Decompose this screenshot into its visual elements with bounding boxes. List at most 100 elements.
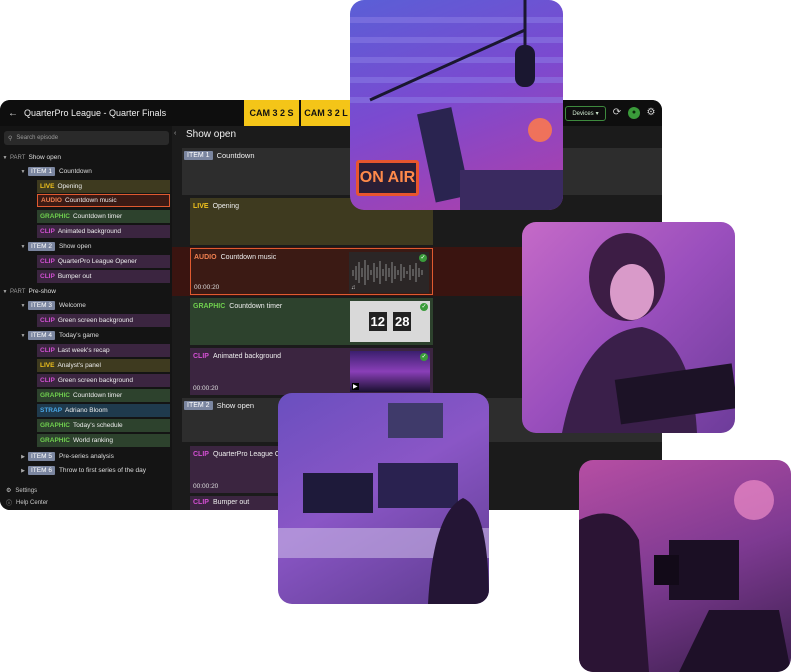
volume-icon: ♫: [351, 285, 356, 291]
chevron-down-icon: ▾: [595, 111, 599, 117]
cue-name: QuarterPro League Opener: [57, 258, 137, 265]
sidebar-cue-analysts-panel[interactable]: LIVE Analyst's panel: [37, 359, 170, 372]
item-header: ITEM 2 Show open: [184, 401, 254, 410]
cue-name: Bumper out: [212, 499, 250, 506]
cue-name: Countdown music: [64, 197, 117, 204]
gear-icon[interactable]: ⚙: [645, 107, 657, 119]
sidebar-part-pre-show[interactable]: ▼ PART Pre-show: [0, 285, 172, 298]
sidebar-item-welcome[interactable]: ▼ ITEM 3 Welcome: [0, 299, 172, 312]
cue-type: CLIP: [193, 353, 209, 360]
item-name: Countdown: [58, 168, 92, 175]
sidebar-cue-countdown-music[interactable]: AUDIO Countdown music: [37, 194, 170, 207]
help-label: Help Center: [16, 499, 49, 506]
expand-caret-icon[interactable]: ▶: [18, 468, 28, 474]
cue-card-countdown-timer[interactable]: GRAPHIC Countdown timer 12 28 ✓: [190, 298, 433, 345]
cue-type: GRAPHIC: [40, 422, 70, 429]
item-name: Countdown: [216, 151, 255, 160]
sidebar-cue-countdown-timer-2[interactable]: GRAPHIC Countdown timer: [37, 389, 170, 402]
help-center-link[interactable]: ⓘ Help Center: [6, 498, 49, 508]
sidebar-part-show-open[interactable]: ▼ PART Show open: [0, 151, 172, 164]
cue-type: LIVE: [193, 203, 209, 210]
sidebar-cue-countdown-timer[interactable]: GRAPHIC Countdown timer: [37, 210, 170, 223]
item-tag: ITEM 5: [28, 452, 55, 461]
cue-name: Adriano Bloom: [65, 407, 108, 414]
sidebar-cue-league-opener[interactable]: CLIP QuarterPro League Opener: [37, 255, 170, 268]
rundown-sidebar: ⚲ Search episode ▼ PART Show open ▼ ITEM…: [0, 126, 172, 510]
episode-title: QuarterPro League - Quarter Finals: [24, 108, 167, 118]
cue-duration: 00:00:20: [194, 284, 220, 291]
cue-type: STRAP: [40, 407, 63, 414]
sidebar-item-pre-series[interactable]: ▶ ITEM 5 Pre-series analysis: [0, 450, 172, 463]
sidebar-item-todays-game[interactable]: ▼ ITEM 4 Today's game: [0, 329, 172, 342]
cue-card-animated-background[interactable]: CLIP Animated background 00:00:20 ✓ ▶: [190, 348, 433, 395]
camera-button-2[interactable]: CAM 3 2 L: [301, 100, 351, 126]
cue-name: Green screen background: [57, 317, 133, 324]
sidebar-cue-opening[interactable]: LIVE Opening: [37, 180, 170, 193]
item-tag: ITEM 3: [28, 301, 55, 310]
item-name: Throw to first series of the day: [58, 467, 147, 474]
sync-icon[interactable]: ⟳: [611, 107, 623, 119]
search-placeholder: Search episode: [16, 135, 59, 141]
search-icon: ⚲: [8, 135, 13, 142]
sidebar-cue-animated-background[interactable]: CLIP Animated background: [37, 225, 170, 238]
sidebar-cue-bumper-out[interactable]: CLIP Bumper out: [37, 270, 170, 283]
connection-status-icon[interactable]: ●: [628, 107, 640, 119]
camera-button-1[interactable]: CAM 3 2 S: [244, 100, 299, 126]
check-icon: ✓: [419, 254, 427, 262]
on-air-sign: ON AIR: [356, 160, 419, 196]
item-name: Pre-series analysis: [58, 453, 114, 460]
sidebar-cue-schedule[interactable]: GRAPHIC Today's schedule: [37, 419, 170, 432]
sidebar-item-throw[interactable]: ▶ ITEM 6 Throw to first series of the da…: [0, 464, 172, 477]
photo-on-air-studio: ON AIR: [350, 0, 563, 210]
sidebar-item-show-open[interactable]: ▼ ITEM 2 Show open: [0, 240, 172, 253]
check-icon: ✓: [420, 353, 428, 361]
expand-caret-icon[interactable]: ▼: [18, 169, 28, 175]
item-name: Welcome: [58, 302, 86, 309]
sidebar-cue-green-screen-2[interactable]: CLIP Green screen background: [37, 374, 170, 387]
item-header: ITEM 1 Countdown: [184, 151, 255, 160]
cue-name: QuarterPro League O: [212, 451, 281, 458]
sidebar-cue-strap[interactable]: STRAP Adriano Bloom: [37, 404, 170, 417]
cue-type: GRAPHIC: [40, 392, 70, 399]
item-tag: ITEM 1: [28, 167, 55, 176]
cue-name: Countdown music: [220, 254, 277, 261]
settings-link[interactable]: ⚙ Settings: [6, 487, 38, 495]
help-icon: ⓘ: [6, 501, 13, 507]
cue-name: Animated background: [212, 353, 282, 360]
sidebar-cue-world-ranking[interactable]: GRAPHIC World ranking: [37, 434, 170, 447]
item-tag: ITEM 6: [28, 466, 55, 475]
part-name: Show open: [28, 154, 61, 161]
sidebar-cue-green-screen[interactable]: CLIP Green screen background: [37, 314, 170, 327]
photo-woman-at-mixer: [522, 222, 735, 433]
item-tag: ITEM 2: [184, 401, 213, 410]
sidebar-item-countdown[interactable]: ▼ ITEM 1 Countdown: [0, 165, 172, 178]
expand-caret-icon[interactable]: ▼: [18, 333, 28, 339]
waveform-thumbnail: ✓ ♫: [349, 252, 429, 293]
search-input[interactable]: ⚲ Search episode: [4, 131, 169, 145]
part-name: Pre-show: [28, 288, 56, 295]
cue-type: CLIP: [40, 258, 55, 265]
photo-camera-operator: [579, 460, 791, 672]
expand-caret-icon[interactable]: ▼: [0, 289, 10, 295]
cue-name: Opening: [57, 183, 83, 190]
cue-name: Countdown timer: [229, 303, 283, 310]
countdown-digits-right: 28: [393, 312, 412, 331]
devices-dropdown[interactable]: Devices ▾: [565, 106, 606, 121]
cue-name: Countdown timer: [72, 213, 123, 220]
cue-type: AUDIO: [41, 197, 62, 204]
clip-thumbnail: ✓ ▶: [350, 351, 430, 392]
cue-name: Animated background: [57, 228, 122, 235]
countdown-digits-left: 12: [368, 312, 387, 331]
collapse-sidebar-icon[interactable]: ‹: [174, 130, 176, 137]
cue-card-countdown-music[interactable]: AUDIO Countdown music 00:00:20 ✓ ♫: [190, 248, 433, 295]
settings-label: Settings: [15, 487, 38, 494]
expand-caret-icon[interactable]: ▶: [18, 454, 28, 460]
sidebar-cue-recap[interactable]: CLIP Last week's recap: [37, 344, 170, 357]
expand-caret-icon[interactable]: ▼: [18, 244, 28, 250]
expand-caret-icon[interactable]: ▼: [0, 155, 10, 161]
expand-caret-icon[interactable]: ▼: [18, 303, 28, 309]
cue-type: GRAPHIC: [193, 303, 226, 310]
back-arrow-icon[interactable]: ←: [8, 108, 22, 119]
item-name: Show open: [58, 243, 92, 250]
cue-type: LIVE: [40, 362, 55, 369]
